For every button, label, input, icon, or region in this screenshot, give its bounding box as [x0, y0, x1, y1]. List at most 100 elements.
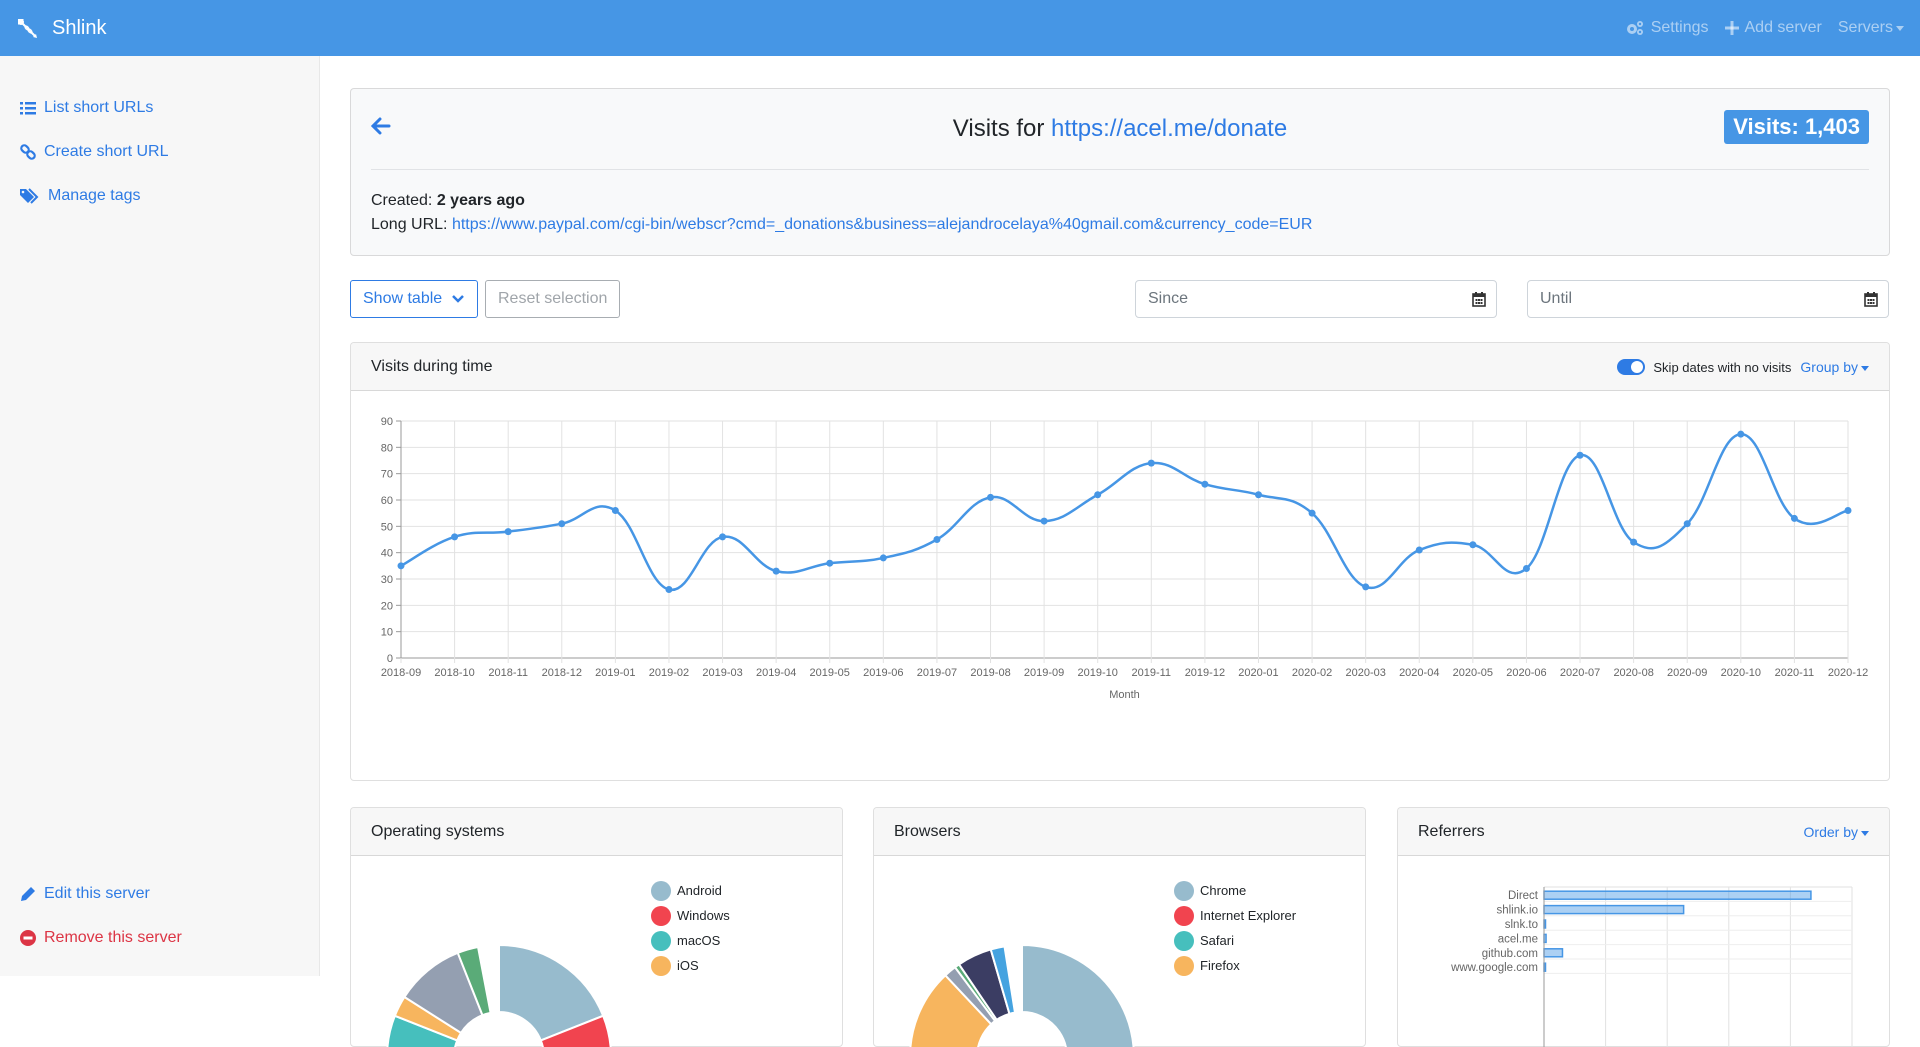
referrer-bar	[1544, 891, 1811, 899]
caret-down-icon	[1861, 366, 1869, 371]
x-tick-label: 2018-10	[434, 667, 474, 679]
remove-server-link[interactable]: Remove this server	[20, 929, 182, 947]
brand[interactable]: Shlink	[16, 17, 106, 40]
settings-link[interactable]: Settings	[1625, 19, 1709, 37]
x-tick-label: 2020-11	[1775, 667, 1815, 679]
sidebar-item-label: List short URLs	[44, 99, 153, 117]
visits-count-badge: Visits: 1,403	[1724, 110, 1869, 144]
os-legend: AndroidWindows macOS iOS	[651, 878, 730, 978]
data-point	[1737, 431, 1744, 438]
link-icon	[20, 144, 36, 160]
operating-systems-card: Operating systems AndroidWindowsmacOSiOS	[350, 807, 843, 1047]
data-point	[1469, 541, 1476, 548]
y-tick-label: acel.me	[1498, 933, 1538, 945]
add-server-label: Add server	[1745, 19, 1822, 37]
data-point	[1362, 583, 1369, 590]
legend-swatch	[1174, 881, 1194, 901]
caret-down-icon	[1861, 831, 1869, 836]
chevron-down-icon	[451, 294, 465, 304]
reset-selection-label: Reset selection	[498, 290, 607, 308]
group-by-label: Group by	[1800, 359, 1858, 375]
y-tick-label: 30	[381, 574, 393, 586]
group-by-dropdown[interactable]: Group by	[1800, 359, 1869, 375]
servers-label: Servers	[1838, 19, 1893, 37]
legend-item[interactable]: Internet Explorer	[1174, 903, 1296, 928]
data-point	[1523, 565, 1530, 572]
legend-item[interactable]: Windows	[651, 903, 730, 928]
short-url-link[interactable]: https://acel.me/donate	[1051, 115, 1287, 142]
x-tick-label: 2020-12	[1828, 667, 1868, 679]
x-tick-label: 2019-11	[1132, 667, 1172, 679]
legend-item[interactable]: Firefox	[1174, 953, 1296, 978]
data-point	[1630, 539, 1637, 546]
list-icon	[20, 101, 36, 115]
y-tick-label: 50	[381, 521, 393, 533]
legend-item[interactable]: Chrome	[1174, 878, 1296, 903]
visits-line-chart: 01020304050607080902018-092018-102018-11…	[351, 391, 1889, 780]
referrer-bar	[1544, 906, 1684, 914]
until-placeholder: Until	[1540, 290, 1572, 308]
add-server-link[interactable]: Add server	[1725, 19, 1822, 37]
x-tick-label: 2018-09	[381, 667, 421, 679]
data-point	[1416, 547, 1423, 554]
y-tick-label: 60	[381, 495, 393, 507]
data-point	[719, 533, 726, 540]
skip-dates-label: Skip dates with no visits	[1653, 360, 1791, 375]
legend-item[interactable]: iOS	[651, 953, 730, 978]
edit-server-link[interactable]: Edit this server	[20, 885, 150, 903]
x-tick-label: 2019-10	[1078, 667, 1118, 679]
remove-server-label: Remove this server	[44, 929, 182, 947]
x-tick-label: 2020-09	[1667, 667, 1707, 679]
reset-selection-button[interactable]: Reset selection	[485, 280, 620, 318]
x-tick-label: 2020-04	[1399, 667, 1439, 679]
calendar-icon	[1864, 291, 1878, 307]
until-date-input[interactable]: Until	[1527, 280, 1889, 318]
skip-dates-toggle[interactable]	[1617, 359, 1645, 375]
sidebar-item-create-short-url[interactable]: Create short URL	[20, 143, 169, 161]
page-title: Visits for https://acel.me/donate	[351, 115, 1889, 143]
show-table-button[interactable]: Show table	[350, 280, 478, 318]
data-point	[612, 507, 619, 514]
edit-server-label: Edit this server	[44, 885, 150, 903]
order-by-dropdown[interactable]: Order by	[1804, 824, 1869, 840]
since-placeholder: Since	[1148, 290, 1188, 308]
divider	[371, 169, 1869, 170]
x-tick-label: 2020-03	[1345, 667, 1385, 679]
created-label: Created:	[371, 192, 432, 209]
tags-icon	[20, 188, 40, 204]
data-point	[398, 562, 405, 569]
plus-icon	[1725, 21, 1739, 35]
legend-item[interactable]: macOS	[651, 928, 730, 953]
long-url-link[interactable]: https://www.paypal.com/cgi-bin/webscr?cm…	[452, 216, 1312, 233]
x-axis-title: Month	[1109, 689, 1140, 701]
referrer-bar	[1544, 949, 1562, 957]
data-point	[826, 560, 833, 567]
sidebar-item-list-short-urls[interactable]: List short URLs	[20, 99, 153, 117]
legend-item[interactable]: Safari	[1174, 928, 1296, 953]
x-tick-label: 2019-07	[917, 667, 957, 679]
x-tick-label: 2019-12	[1185, 667, 1225, 679]
since-date-input[interactable]: Since	[1135, 280, 1497, 318]
data-point	[1148, 460, 1155, 467]
x-tick-label: 2019-02	[649, 667, 689, 679]
data-point	[1309, 510, 1316, 517]
legend-swatch	[651, 956, 671, 976]
legend-item[interactable]: Android	[651, 878, 730, 903]
legend-label: macOS	[677, 933, 720, 948]
legend-label: Chrome	[1200, 883, 1246, 898]
sidebar-item-manage-tags[interactable]: Manage tags	[20, 187, 141, 205]
y-tick-label: 0	[387, 653, 393, 665]
servers-dropdown[interactable]: Servers	[1838, 19, 1904, 37]
x-tick-label: 2020-10	[1721, 667, 1761, 679]
short-url-info-card: Visits for https://acel.me/donate Visits…	[350, 88, 1890, 256]
browsers-donut-chart	[874, 857, 1174, 1047]
x-tick-label: 2019-03	[702, 667, 742, 679]
order-by-label: Order by	[1804, 824, 1858, 840]
browsers-card: Browsers ChromeInternet ExplorerSafariFi…	[873, 807, 1366, 1047]
y-tick-label: github.com	[1482, 948, 1538, 960]
data-point	[773, 568, 780, 575]
calendar-icon	[1472, 291, 1486, 307]
x-tick-label: 2019-09	[1024, 667, 1064, 679]
y-tick-label: slnk.to	[1505, 919, 1538, 931]
os-donut-chart	[351, 857, 651, 1047]
